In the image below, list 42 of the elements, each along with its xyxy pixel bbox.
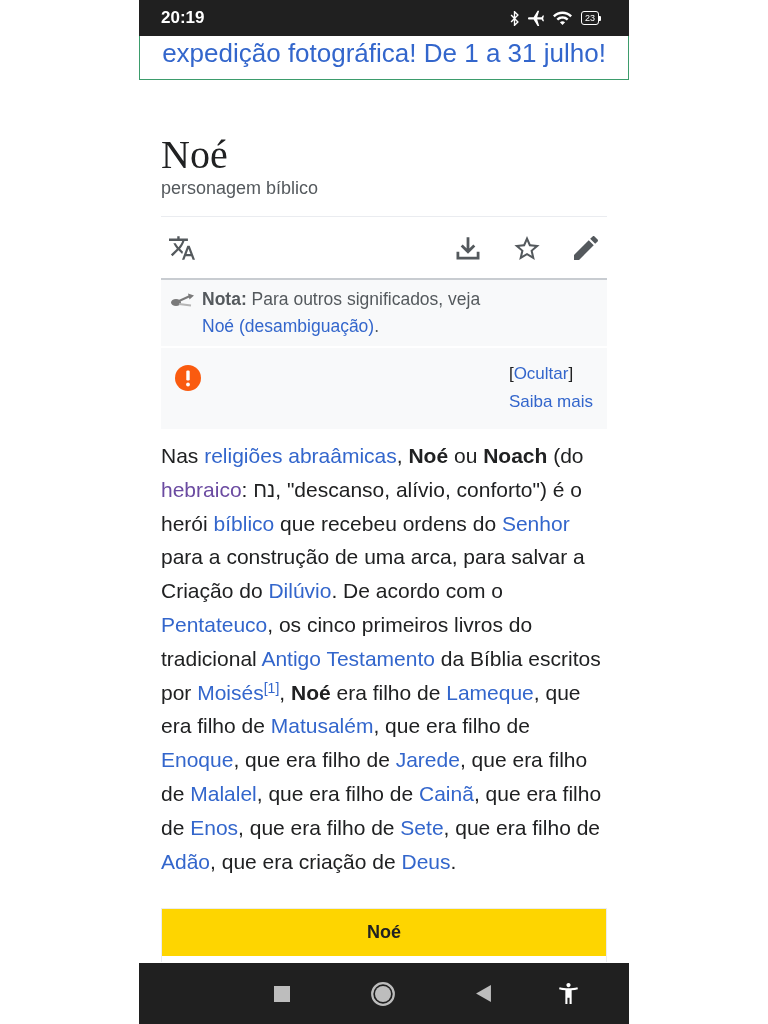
article-link[interactable]: bíblico xyxy=(213,511,275,535)
article-link[interactable]: Cainã xyxy=(419,781,474,805)
article-link[interactable]: Moisés xyxy=(197,680,264,704)
square-icon[interactable] xyxy=(274,985,290,1002)
article-link[interactable]: Senhor xyxy=(501,511,570,535)
infobox-title: Noé xyxy=(162,909,606,957)
accessibility-icon[interactable] xyxy=(558,983,578,1004)
article-link[interactable]: Jarede xyxy=(395,748,460,772)
status-time: 20:19 xyxy=(161,7,205,30)
article-link[interactable]: Enos xyxy=(190,815,239,839)
branching-arrow-icon xyxy=(171,293,195,307)
star-icon[interactable] xyxy=(514,235,540,260)
download-icon[interactable] xyxy=(455,235,481,260)
article-link[interactable]: Malalel xyxy=(190,781,257,805)
airplane-icon xyxy=(528,10,544,26)
article-link[interactable]: Lameque xyxy=(446,680,534,704)
article-link[interactable]: Deus xyxy=(401,849,451,873)
article-link[interactable]: Pentateuco xyxy=(161,613,268,636)
article-link[interactable]: religiões abraâmicas xyxy=(204,444,397,467)
page-description: personagem bíblico xyxy=(161,177,320,199)
back-icon[interactable] xyxy=(475,985,491,1002)
wifi-icon xyxy=(553,11,572,25)
home-icon[interactable] xyxy=(371,981,395,1006)
disambiguation-link[interactable]: Noé (desambiguação) xyxy=(202,316,375,336)
article-link[interactable]: hebraico xyxy=(161,477,242,501)
article-link[interactable]: Dilúvio xyxy=(268,579,332,603)
learn-more-link[interactable]: Saiba mais xyxy=(508,388,593,416)
article-link[interactable]: Sete xyxy=(400,815,444,839)
banner-link[interactable]: expedição fotográfica! De 1 a 31 julho! xyxy=(162,38,606,68)
pencil-icon[interactable] xyxy=(573,235,599,260)
bluetooth-icon xyxy=(510,10,519,26)
hide-link[interactable]: [Ocultar] xyxy=(508,360,574,388)
translate-icon[interactable] xyxy=(169,235,195,260)
article-link[interactable]: Antigo Testamento xyxy=(261,646,435,670)
article-link[interactable]: Adão xyxy=(161,849,211,873)
article-link[interactable]: Matusalém xyxy=(270,714,374,738)
note-text: Nota: Para outros significados, veja Noé (desambiguação). xyxy=(202,288,482,338)
alert-icon xyxy=(175,365,201,391)
article-link[interactable]: Enoque xyxy=(161,748,234,772)
page-title: Noé xyxy=(161,133,229,177)
battery-indicator: 23 xyxy=(581,11,601,25)
reference-link[interactable]: [1] xyxy=(263,679,280,696)
